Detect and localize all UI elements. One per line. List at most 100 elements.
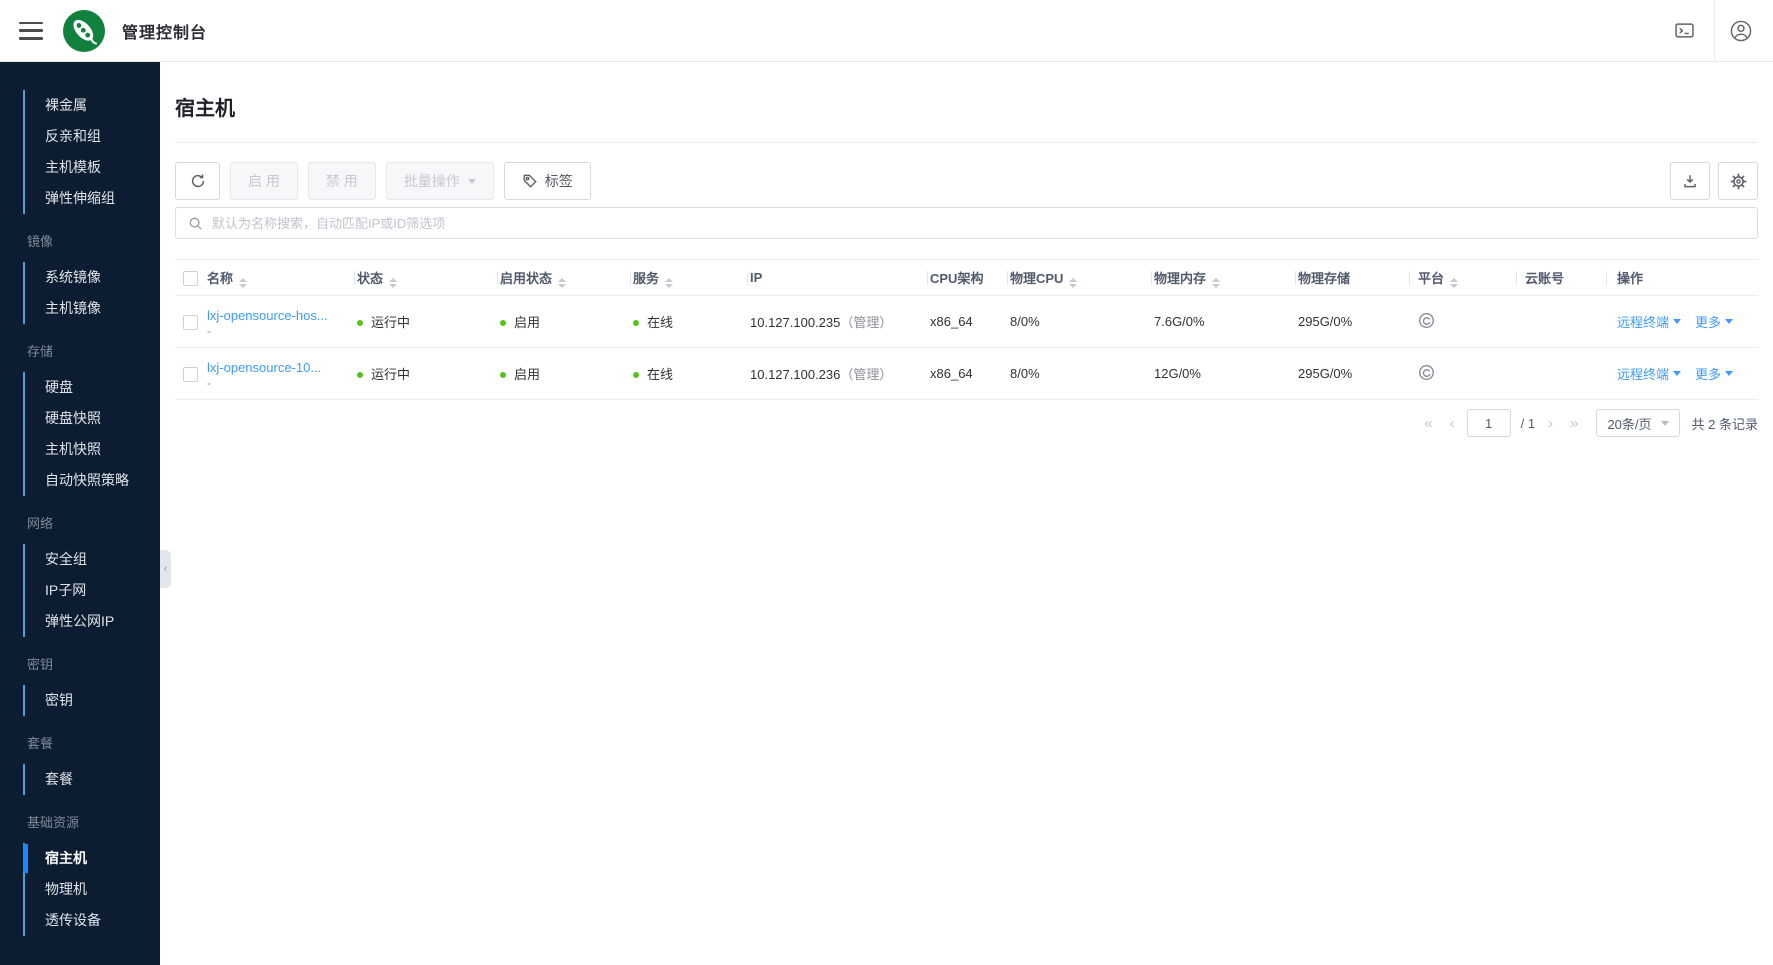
cell-checkbox [175,296,205,348]
select-all-checkbox[interactable] [182,270,198,286]
refresh-icon [191,174,204,188]
export-button[interactable] [1670,162,1710,200]
table-row: lxj-opensource-10... - 运行中 启用 在线 10.127.100.2… [175,348,1758,400]
sort-icon[interactable] [1069,277,1078,288]
sidebar-item[interactable]: 物理机 [25,874,160,905]
prev-page-button[interactable]: ‹ [1441,415,1463,432]
table-row: lxj-opensource-hos... - 运行中 启用 在线 10.127.100.… [175,296,1758,348]
sidebar-group: 密钥 [23,685,160,716]
sidebar-item[interactable]: 安全组 [25,544,160,575]
tag-button[interactable]: 标签 [503,162,591,200]
host-name-link[interactable]: lxj-opensource-10... [207,360,355,375]
page-number-input[interactable] [1466,409,1511,437]
remote-terminal-action[interactable]: 远程终端 [1617,312,1682,331]
cell-service: 在线 [631,348,748,400]
column-label: 物理CPU [1010,270,1064,286]
user-menu-button[interactable] [1721,11,1761,51]
sidebar-item[interactable]: 套餐 [25,764,160,795]
sidebar-item[interactable]: 裸金属 [25,90,160,121]
column-header-phys_cpu[interactable]: 物理CPU [1008,260,1152,296]
onecloud-platform-icon [1419,312,1434,328]
sidebar-item[interactable]: 密钥 [25,685,160,716]
sort-icon[interactable] [239,277,248,288]
more-actions[interactable]: 更多 [1695,312,1734,331]
sidebar-item[interactable]: IP子网 [25,575,160,606]
column-header-ip: IP [748,260,928,296]
cell-actions: 远程终端 更多 [1607,348,1758,400]
row-checkbox[interactable] [182,366,198,382]
cell-name: lxj-opensource-10... - [205,348,355,400]
host-name-sub: - [207,375,211,390]
page-size-select[interactable]: 20条/页 [1596,409,1680,437]
sidebar-section-label: 存储 [27,344,54,359]
sidebar-section-label: 网络 [27,516,54,531]
sidebar-item-active[interactable]: 宿主机 [23,843,160,874]
sidebar-item[interactable]: 主机模板 [25,152,160,183]
row-checkbox[interactable] [182,314,198,330]
column-header-service[interactable]: 服务 [631,260,748,296]
status-dot [633,320,639,326]
sidebar-section-label: 密钥 [27,657,54,672]
more-actions[interactable]: 更多 [1695,364,1734,383]
next-page-button[interactable]: › [1539,415,1561,432]
sidebar-item[interactable]: 弹性伸缩组 [25,183,160,214]
batch-actions-button[interactable]: 批量操作 [385,162,494,200]
sidebar-item[interactable]: 主机镜像 [25,293,160,324]
cell-cpu_arch: x86_64 [930,366,973,381]
column-label: IP [750,270,763,285]
sidebar-item[interactable]: 主机快照 [25,434,160,465]
enable-button[interactable]: 启 用 [230,162,298,200]
download-icon [1684,175,1696,188]
table-body: lxj-opensource-hos... - 运行中 启用 在线 10.127.100.… [175,296,1758,400]
ip-note: （管理） [840,315,893,330]
column-header-status[interactable]: 状态 [355,260,498,296]
sidebar-item[interactable]: 自动快照策略 [25,465,160,496]
page-title: 宿主机 [175,98,235,120]
user-icon [1730,20,1752,41]
remote-terminal-action[interactable]: 远程终端 [1617,364,1682,383]
top-bar: 管理控制台 [0,0,1773,62]
host-name-link[interactable]: lxj-opensource-hos... [207,308,355,323]
column-header-platform[interactable]: 平台 [1410,260,1517,296]
terminal-button[interactable] [1664,11,1704,51]
status-text: 运行中 [371,315,411,330]
cell-status: 运行中 [355,296,498,348]
search-input[interactable] [212,215,1745,231]
sidebar-item[interactable]: 硬盘快照 [25,403,160,434]
sidebar-collapse-handle[interactable]: ‹ [160,550,171,588]
cell-cpu_arch: x86_64 [930,314,973,329]
ip-value: 10.127.100.235 [750,315,841,330]
status-dot [357,320,363,326]
sidebar-item[interactable]: 透传设备 [25,905,160,936]
status-text: 在线 [647,367,674,382]
last-page-button[interactable]: » [1561,415,1586,432]
table-settings-button[interactable] [1718,162,1758,200]
cell-cloud_account [1517,348,1607,400]
disable-button[interactable]: 禁 用 [307,162,376,200]
refresh-button[interactable] [175,162,220,200]
cell-actions: 远程终端 更多 [1607,296,1758,348]
sidebar-item[interactable]: 硬盘 [25,372,160,403]
sort-icon[interactable] [1450,277,1459,288]
column-header-enable_status[interactable]: 启用状态 [498,260,631,296]
terminal-icon [1674,23,1694,38]
sidebar-item[interactable]: 系统镜像 [25,262,160,293]
first-page-button[interactable]: « [1415,415,1440,432]
gear-icon [1730,173,1746,189]
status-dot [500,320,506,326]
status-dot [633,372,639,378]
sort-icon[interactable] [558,277,567,288]
onecloud-platform-icon [1419,364,1434,380]
column-header-name[interactable]: 名称 [205,260,355,296]
column-label: 物理存储 [1298,271,1351,286]
sort-icon[interactable] [389,277,398,288]
menu-icon[interactable] [19,21,43,40]
cell-enable_status: 启用 [498,296,631,348]
sidebar-item[interactable]: 反亲和组 [25,121,160,152]
cell-ip: 10.127.100.235（管理） [748,296,928,348]
column-header-phys_mem[interactable]: 物理内存 [1152,260,1296,296]
cell-name: lxj-opensource-hos... - [205,296,355,348]
sidebar-item[interactable]: 弹性公网IP [25,606,160,637]
sort-icon[interactable] [665,277,674,288]
sort-icon[interactable] [1212,277,1221,288]
